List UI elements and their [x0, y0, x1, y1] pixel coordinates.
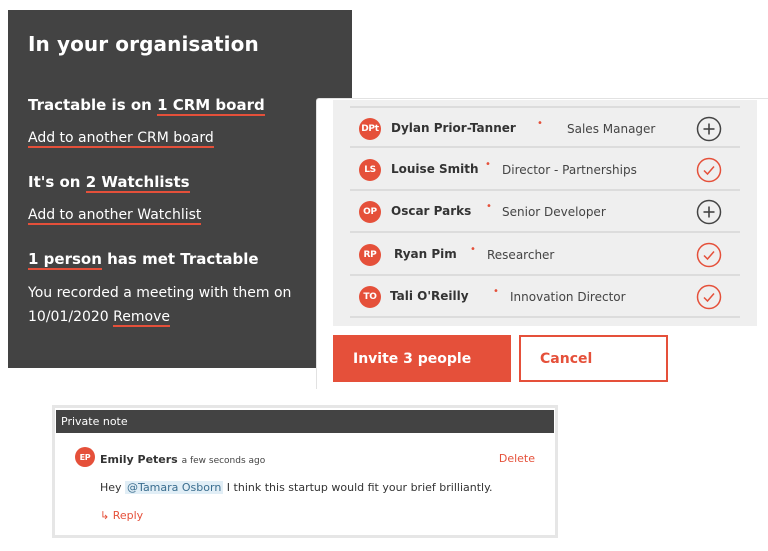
person-name: Ryan Pim: [394, 246, 457, 261]
person-name: Dylan Prior-Tanner: [391, 121, 516, 135]
panel-title: In your organisation: [28, 32, 259, 56]
person-avatar: TO: [359, 286, 381, 308]
note-author: Emily Peters a few seconds ago: [100, 453, 265, 466]
separator-dot: •: [486, 201, 492, 212]
author-name[interactable]: Emily Peters: [100, 453, 178, 466]
person-row: LS Louise Smith • Director - Partnerships: [350, 149, 740, 191]
person-avatar: RP: [359, 243, 381, 266]
person-row: RP Ryan Pim • Researcher: [350, 234, 740, 276]
person-role: Senior Developer: [502, 205, 606, 219]
crm-board-count-link[interactable]: 1 CRM board: [157, 96, 265, 116]
people-met-link[interactable]: 1 person: [28, 250, 102, 270]
person-role: Sales Manager: [567, 122, 656, 136]
person-avatar: LS: [359, 158, 381, 181]
organisation-panel: In your organisation Tractable is on 1 C…: [8, 10, 352, 368]
person-avatar: DPt: [359, 118, 381, 140]
person-role: Innovation Director: [510, 290, 626, 304]
person-row: OP Oscar Parks • Senior Developer: [350, 191, 740, 233]
note-header: Private note: [56, 410, 554, 433]
person-name: Oscar Parks: [391, 204, 472, 218]
separator-dot: •: [485, 158, 491, 170]
separator-dot: •: [537, 118, 543, 129]
author-avatar: EP: [75, 447, 95, 467]
person-name: Louise Smith: [391, 161, 479, 176]
person-row: TO Tali O'Reilly • Innovation Director: [350, 276, 740, 318]
separator-dot: •: [470, 243, 476, 255]
separator-dot: •: [493, 286, 499, 297]
person-row: DPt Dylan Prior-Tanner • Sales Manager: [350, 106, 740, 148]
mention-tag[interactable]: @Tamara Osborn: [125, 481, 224, 494]
private-note: Private note EP Emily Peters a few secon…: [52, 405, 558, 538]
note-body: Hey @Tamara Osborn I think this startup …: [100, 481, 493, 494]
people-list: DPt Dylan Prior-Tanner • Sales Manager LS Lou…: [333, 100, 757, 326]
selected-check-icon[interactable]: [696, 242, 722, 268]
add-crm-board-link[interactable]: Add to another CRM board: [28, 130, 214, 148]
selected-check-icon[interactable]: [696, 157, 722, 183]
person-role: Director - Partnerships: [502, 162, 637, 177]
person-name: Tali O'Reilly: [390, 289, 469, 303]
reply-button[interactable]: ↳ Reply: [100, 509, 143, 522]
meetings-summary: 1 person has met Tractable: [28, 250, 259, 270]
watchlist-summary: It's on 2 Watchlists: [28, 173, 190, 193]
delete-note-button[interactable]: Delete: [499, 452, 535, 465]
remove-meeting-link[interactable]: Remove: [113, 309, 170, 327]
watchlist-count-link[interactable]: 2 Watchlists: [85, 173, 190, 193]
selected-check-icon[interactable]: [696, 284, 722, 310]
meeting-record-text: You recorded a meeting with them on 10/0…: [28, 285, 292, 327]
add-person-icon[interactable]: [696, 199, 722, 225]
cancel-button[interactable]: Cancel: [519, 335, 668, 382]
invite-people-button[interactable]: Invite 3 people: [333, 335, 511, 382]
add-person-icon[interactable]: [696, 116, 722, 142]
add-watchlist-link[interactable]: Add to another Watchlist: [28, 207, 202, 225]
person-avatar: OP: [359, 201, 381, 223]
person-role: Researcher: [487, 247, 555, 262]
note-timestamp: a few seconds ago: [181, 456, 266, 466]
crm-summary: Tractable is on 1 CRM board: [28, 96, 265, 116]
